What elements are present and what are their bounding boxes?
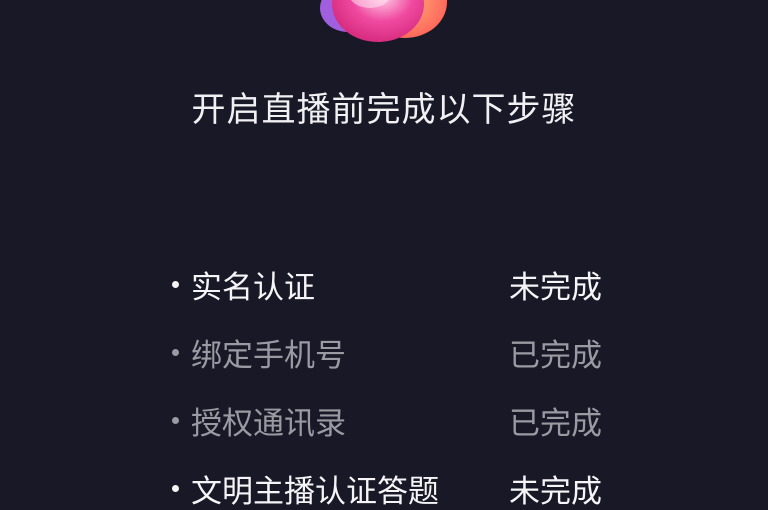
bullet-icon [172,348,179,356]
step-civilized-quiz[interactable]: 文明主播认证答题 未完成 [172,454,602,510]
step-status: 未完成 [509,473,602,510]
bullet-icon [172,280,179,288]
live-prerequisites-screen: 开启直播前完成以下步骤 实名认证 未完成 绑定手机号 已完成 授权通讯录 已完成 [0,0,768,510]
page-title: 开启直播前完成以下步骤 [191,90,577,130]
step-label: 授权通讯录 [191,405,346,442]
step-status: 未完成 [509,269,602,306]
live-logo-icon [320,0,447,42]
steps-list: 实名认证 未完成 绑定手机号 已完成 授权通讯录 已完成 文明主播认证答题 未完… [172,250,602,510]
bullet-icon [172,416,179,424]
step-label: 文明主播认证答题 [191,473,439,510]
step-status: 已完成 [509,405,602,442]
step-label: 实名认证 [191,269,315,306]
step-real-name[interactable]: 实名认证 未完成 [172,250,602,318]
step-authorize-contacts[interactable]: 授权通讯录 已完成 [172,386,602,454]
step-bind-phone[interactable]: 绑定手机号 已完成 [172,318,602,386]
step-label: 绑定手机号 [191,337,346,374]
bullet-icon [172,484,179,492]
step-status: 已完成 [509,337,602,374]
